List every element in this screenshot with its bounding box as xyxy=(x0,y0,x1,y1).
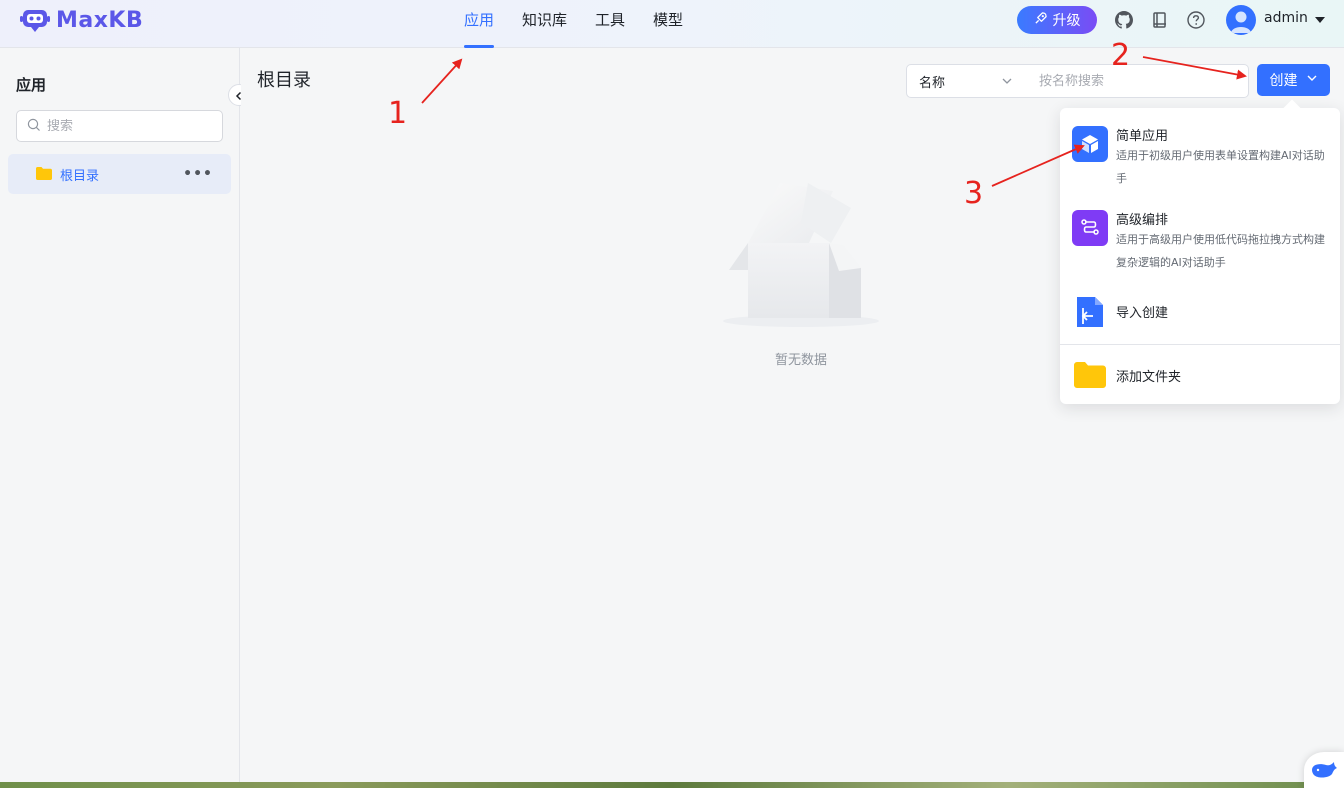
filter-field-value: 名称 xyxy=(919,75,946,91)
empty-state: 暂无数据 xyxy=(721,163,881,368)
filter-field-select[interactable]: 名称 xyxy=(906,64,1028,98)
chevron-down-icon xyxy=(1001,75,1013,91)
cube-icon xyxy=(1072,126,1108,162)
annotation-number-3: 3 xyxy=(964,176,984,211)
search-by-name-field[interactable] xyxy=(1027,64,1249,98)
robot-logo-icon xyxy=(20,7,50,33)
search-icon xyxy=(27,117,41,136)
user-avatar[interactable] xyxy=(1226,5,1256,35)
sidebar-title: 应用 xyxy=(16,76,47,94)
app-name: MaxKB xyxy=(56,7,144,33)
create-dropdown-menu: 简单应用 适用于初级用户使用表单设置构建AI对话助手 高级编排 适用于高级用户使… xyxy=(1060,108,1340,404)
nav-item-models[interactable]: 模型 xyxy=(639,0,697,48)
sidebar-search[interactable] xyxy=(16,110,223,142)
workflow-icon xyxy=(1072,210,1108,246)
top-header: MaxKB 应用 知识库 工具 模型 升级 admin xyxy=(0,0,1344,48)
app-logo[interactable]: MaxKB xyxy=(20,7,143,33)
menu-item-add-folder[interactable]: 添加文件夹 xyxy=(1060,345,1340,404)
annotation-number-1: 1 xyxy=(388,96,408,131)
sidebar-search-input[interactable] xyxy=(47,118,207,134)
upgrade-label: 升级 xyxy=(1052,13,1081,29)
annotation-number-2: 2 xyxy=(1111,38,1131,73)
menu-item-simple-app[interactable]: 简单应用 适用于初级用户使用表单设置构建AI对话助手 xyxy=(1060,108,1340,192)
desktop-wallpaper-strip xyxy=(0,782,1344,788)
page-title: 根目录 xyxy=(257,70,311,91)
github-icon[interactable] xyxy=(1114,10,1134,30)
folder-icon xyxy=(1072,357,1108,393)
menu-item-description: 适用于高级用户使用低代码拖拉拽方式构建复杂逻辑的AI对话助手 xyxy=(1116,233,1325,269)
import-file-icon xyxy=(1072,294,1108,330)
rocket-icon xyxy=(1034,11,1047,29)
more-options-icon[interactable]: ••• xyxy=(183,166,213,182)
user-menu-caret-icon[interactable] xyxy=(1315,17,1325,23)
main-nav: 应用 知识库 工具 模型 xyxy=(450,0,697,48)
nav-item-tools[interactable]: 工具 xyxy=(581,0,639,48)
menu-item-advanced-workflow[interactable]: 高级编排 适用于高级用户使用低代码拖拉拽方式构建复杂逻辑的AI对话助手 xyxy=(1060,192,1340,276)
create-button[interactable]: 创建 xyxy=(1257,64,1330,96)
upgrade-button[interactable]: 升级 xyxy=(1017,6,1097,34)
username[interactable]: admin xyxy=(1264,10,1308,26)
tree-item-root[interactable]: 根目录 ••• xyxy=(8,154,231,194)
assistant-whale-icon[interactable] xyxy=(1304,752,1344,788)
nav-item-apps[interactable]: 应用 xyxy=(450,0,508,48)
folder-icon xyxy=(36,165,52,184)
chevron-down-icon xyxy=(1306,72,1318,88)
nav-item-knowledge[interactable]: 知识库 xyxy=(508,0,581,48)
empty-box-illustration xyxy=(723,183,879,327)
menu-item-title: 简单应用 xyxy=(1116,129,1169,144)
menu-item-description: 适用于初级用户使用表单设置构建AI对话助手 xyxy=(1116,149,1325,185)
menu-item-title: 添加文件夹 xyxy=(1116,370,1182,385)
menu-item-title: 高级编排 xyxy=(1116,213,1169,228)
book-icon[interactable] xyxy=(1150,10,1170,30)
menu-item-title: 导入创建 xyxy=(1116,306,1169,321)
create-label: 创建 xyxy=(1269,73,1298,89)
tree-item-label: 根目录 xyxy=(60,168,100,184)
menu-item-import-create[interactable]: 导入创建 xyxy=(1060,276,1340,344)
help-icon[interactable] xyxy=(1186,10,1206,30)
empty-state-text: 暂无数据 xyxy=(774,353,827,368)
sidebar: 应用 根目录 ••• xyxy=(0,48,240,782)
